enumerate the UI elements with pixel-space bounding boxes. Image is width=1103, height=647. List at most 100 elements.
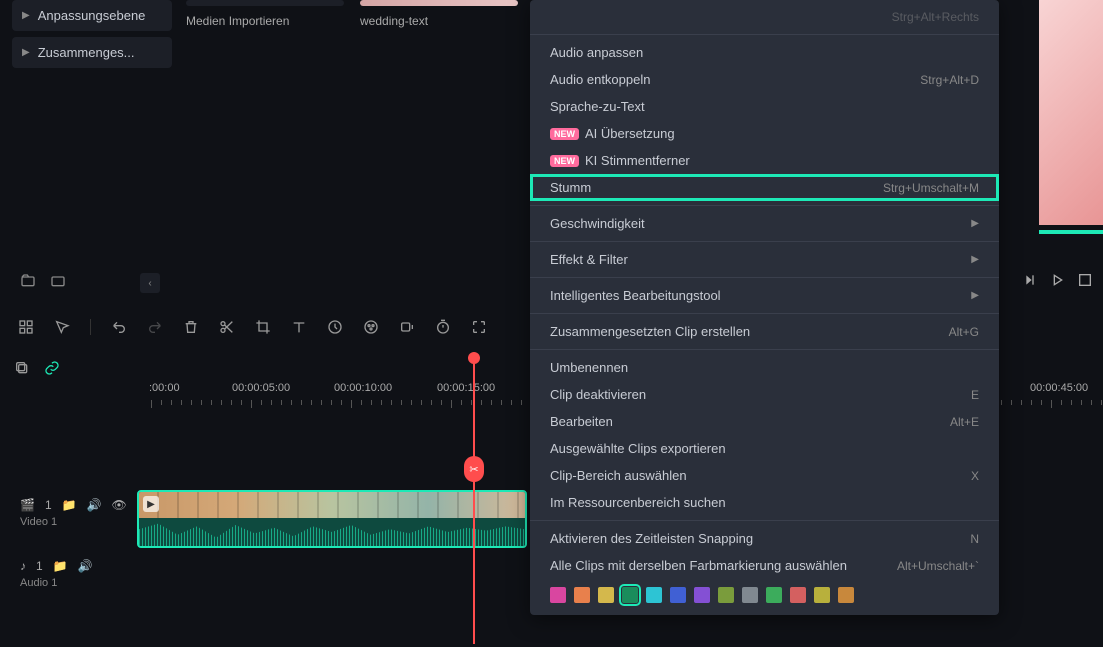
redo-icon[interactable] [147,319,163,335]
clip-context-menu: Strg+Alt+Rechts Audio anpassen Audio ent… [530,0,999,615]
color-chip[interactable] [790,587,806,603]
sidebar-item-adjustment-layer[interactable]: ▶ Anpassungsebene [12,0,172,31]
media-thumb [186,0,344,6]
menu-item-smart-editing[interactable]: Intelligentes Bearbeitungstool▶ [530,282,999,309]
menu-item-edit[interactable]: BearbeitenAlt+E [530,408,999,435]
mute-icon[interactable]: 🔊 [87,498,102,512]
menu-item-select-same-color[interactable]: Alle Clips mit derselben Farbmarkierung … [530,552,999,579]
folder-icon[interactable]: 📁 [53,559,68,573]
timer-icon[interactable] [435,319,451,335]
collapse-sidebar-button[interactable]: ‹ [140,273,160,293]
media-thumb [360,0,518,6]
new-badge: NEW [550,128,579,140]
playhead-handle[interactable] [468,352,480,364]
delete-icon[interactable] [183,319,199,335]
crop-icon[interactable] [255,319,271,335]
color-chip[interactable] [598,587,614,603]
toolbar-separator [90,319,91,335]
playhead-scissors-icon[interactable]: ✂ [464,456,484,482]
color-chip[interactable] [766,587,782,603]
chevron-right-icon: ▶ [22,10,30,21]
menu-item-disable-clip[interactable]: Clip deaktivierenE [530,381,999,408]
menu-item-export-selected[interactable]: Ausgewählte Clips exportieren [530,435,999,462]
text-icon[interactable] [291,319,307,335]
menu-item-enable-snapping[interactable]: Aktivieren des Zeitleisten SnappingN [530,525,999,552]
preview-panel [1039,0,1103,225]
track-label: Video 1 [20,516,128,528]
video-icon: 🎬 [20,498,35,512]
sidebar-item-label: Anpassungsebene [38,8,146,23]
record-icon[interactable] [399,319,415,335]
menu-item-mute[interactable]: StummStrg+Umschalt+M [530,174,999,201]
menu-item-compound-clip[interactable]: Zusammengesetzten Clip erstellenAlt+G [530,318,999,345]
sidebar: ▶ Anpassungsebene ▶ Zusammenges... [12,0,172,74]
clip-audio-wave [139,518,525,546]
fullscreen-icon[interactable] [1077,272,1093,288]
menu-item-rename[interactable]: Umbenennen [530,354,999,381]
scissors-icon[interactable] [219,319,235,335]
new-badge: NEW [550,155,579,167]
chevron-right-icon: ▶ [971,218,979,229]
mute-icon[interactable]: 🔊 [78,559,93,573]
play-step-icon[interactable] [1021,272,1037,288]
media-footer-icons [20,273,66,289]
video-track: 🎬 1 📁 🔊 👁 Video 1 [14,494,134,546]
copy-icon[interactable] [14,360,30,376]
chevron-right-icon: ▶ [971,290,979,301]
menu-item-select-range[interactable]: Clip-Bereich auswählenX [530,462,999,489]
sidebar-item-compound[interactable]: ▶ Zusammenges... [12,37,172,68]
menu-item-audio-adjust[interactable]: Audio anpassen [530,39,999,66]
menu-item-rotate-right[interactable]: Strg+Alt+Rechts [530,4,999,30]
color-chip[interactable] [718,587,734,603]
ruler-time: 00:00:05:00 [232,382,290,394]
menu-item-find-in-resources[interactable]: Im Ressourcenbereich suchen [530,489,999,516]
color-chip[interactable] [574,587,590,603]
expand-icon[interactable] [471,319,487,335]
media-import-card[interactable]: Medien Importieren [186,0,344,28]
track-index: 1 [36,559,43,573]
menu-item-speed[interactable]: Geschwindigkeit▶ [530,210,999,237]
color-chip[interactable] [742,587,758,603]
media-wedding-card[interactable]: wedding-text [360,0,518,28]
color-chip[interactable] [646,587,662,603]
color-chip[interactable] [838,587,854,603]
menu-item-ai-voice-remover[interactable]: NEWKI Stimmentferner [530,147,999,174]
folder-icon[interactable]: 📁 [62,498,77,512]
menu-item-ai-translate[interactable]: NEWAI Übersetzung [530,120,999,147]
menu-separator [530,313,999,314]
grid-icon[interactable] [18,319,34,335]
menu-separator [530,241,999,242]
ruler-time: 00:00:45:00 [1030,382,1088,394]
folder-icon[interactable] [50,273,66,289]
cursor-icon[interactable] [54,319,70,335]
timeline-clip[interactable]: ▶ [137,490,527,548]
play-icon: ▶ [143,496,159,512]
menu-separator [530,34,999,35]
speed-icon[interactable] [327,319,343,335]
color-chip[interactable] [694,587,710,603]
play-icon[interactable] [1049,272,1065,288]
chevron-right-icon: ▶ [971,254,979,265]
menu-item-audio-detach[interactable]: Audio entkoppelnStrg+Alt+D [530,66,999,93]
color-chip[interactable] [550,587,566,603]
sidebar-item-label: Zusammenges... [38,45,135,60]
menu-item-speech-to-text[interactable]: Sprache-zu-Text [530,93,999,120]
color-chip[interactable] [670,587,686,603]
media-label: Medien Importieren [186,14,344,28]
playhead[interactable]: ✂ [473,354,475,644]
color-icon[interactable] [363,319,379,335]
link-icon[interactable] [44,360,60,376]
timeline-toolbar [18,319,487,335]
color-chip[interactable] [622,587,638,603]
chevron-right-icon: ▶ [22,47,30,58]
menu-separator [530,205,999,206]
menu-item-effect-filter[interactable]: Effekt & Filter▶ [530,246,999,273]
menu-separator [530,349,999,350]
visibility-icon[interactable]: 👁 [112,498,127,512]
preview-controls [1021,272,1093,288]
undo-icon[interactable] [111,319,127,335]
color-chip[interactable] [814,587,830,603]
folder-add-icon[interactable] [20,273,36,289]
track-label: Audio 1 [20,577,128,589]
audio-track: ♪ 1 📁 🔊 Audio 1 [14,555,134,607]
